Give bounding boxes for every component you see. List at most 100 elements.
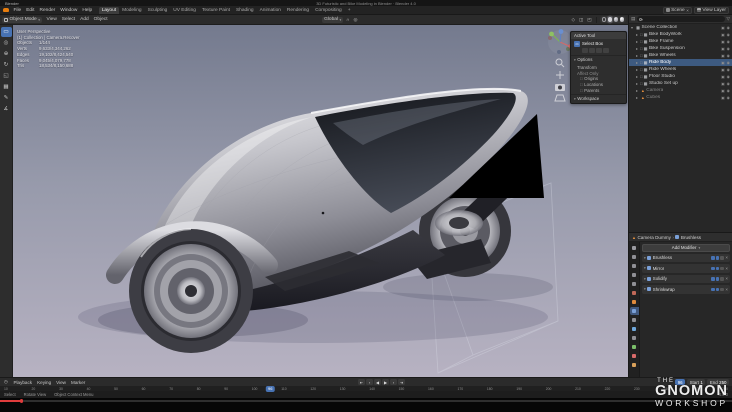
outliner-row[interactable]: ▸ □ ▦ Bike BodyWork ▣ ◉ — [629, 31, 732, 38]
hide-viewport-toggle-icon[interactable]: ◉ — [727, 81, 730, 86]
collection-checkbox[interactable]: □ — [640, 46, 643, 51]
hide-viewport-toggle-icon[interactable]: ◉ — [727, 88, 730, 93]
blender-logo-icon[interactable] — [3, 7, 9, 13]
transform-tool[interactable]: ▦ — [1, 82, 12, 92]
hide-render-toggle-icon[interactable]: ▣ — [721, 46, 725, 51]
menu-item[interactable]: Window — [58, 8, 80, 13]
mode-subtract-button[interactable] — [596, 48, 602, 53]
close-icon[interactable]: × — [725, 276, 728, 281]
close-icon[interactable]: × — [725, 287, 728, 292]
overlays-icon[interactable]: ◫ — [578, 17, 584, 23]
disclosure-icon[interactable]: ▸ — [636, 88, 640, 93]
collection-checkbox[interactable]: □ — [640, 53, 643, 58]
modifier-row[interactable]: ▾ Brushless × — [642, 253, 730, 262]
workspace-tab[interactable]: + — [345, 7, 354, 14]
select-box-tool-row[interactable]: ▭ Select Box — [571, 39, 626, 48]
viewport-menu-item[interactable]: Add — [78, 17, 92, 22]
hide-render-toggle-icon[interactable]: ▣ — [721, 88, 725, 93]
hide-viewport-toggle-icon[interactable]: ◉ — [727, 67, 730, 72]
hide-render-toggle-icon[interactable]: ▣ — [721, 32, 725, 37]
workspace-tab[interactable]: Rendering — [284, 7, 312, 14]
expand-icon[interactable]: ▾ — [644, 256, 646, 260]
annotate-tool[interactable]: ✎ — [1, 93, 12, 103]
edit-mode-toggle-icon[interactable] — [711, 277, 715, 281]
mode-extend-button[interactable] — [589, 48, 595, 53]
measure-tool[interactable]: ∡ — [1, 104, 12, 114]
playhead[interactable]: 96 — [266, 386, 275, 392]
jump-to-start-button[interactable]: ⇤ — [358, 379, 366, 385]
workspace-tab[interactable]: Compositing — [312, 7, 345, 14]
menu-item[interactable]: File — [11, 8, 24, 13]
edit-mode-toggle-icon[interactable] — [711, 256, 715, 260]
workspace-section[interactable]: ▾ Workspace — [571, 93, 626, 103]
expand-icon[interactable]: ▾ — [644, 287, 646, 291]
render-toggle-icon[interactable] — [720, 287, 724, 291]
collection-checkbox[interactable]: □ — [640, 39, 643, 44]
object-tab[interactable] — [630, 298, 639, 306]
data-tab[interactable] — [630, 343, 639, 351]
view-layer-selector[interactable]: View Layer — [693, 6, 729, 14]
select-box-tool[interactable]: ▭ — [0, 27, 12, 37]
collection-checkbox[interactable]: □ — [640, 32, 643, 37]
collection-checkbox[interactable]: □ — [640, 67, 643, 72]
disclosure-icon[interactable]: ▸ — [636, 95, 640, 100]
texture-tab[interactable] — [630, 361, 639, 369]
hide-render-toggle-icon[interactable]: ▣ — [721, 39, 725, 44]
tool-tab[interactable] — [630, 244, 639, 252]
outliner-row[interactable]: ▸ ▲ Cubes ▣ ◉ — [629, 94, 732, 101]
hide-viewport-toggle-icon[interactable]: ◉ — [727, 53, 730, 58]
hide-viewport-toggle-icon[interactable]: ◉ — [727, 39, 730, 44]
outliner-row[interactable]: ▸ □ ▦ Ride Wheels ▣ ◉ — [629, 66, 732, 73]
xray-icon[interactable]: ◰ — [586, 17, 592, 23]
show-gizmo-icon[interactable]: ◇ — [571, 17, 576, 23]
3d-scene[interactable] — [13, 25, 628, 377]
previous-keyframe-button[interactable]: ‹ — [366, 379, 374, 385]
view-layer-tab[interactable] — [630, 271, 639, 279]
video-progress-track[interactable] — [0, 399, 732, 402]
menu-item[interactable]: Render — [37, 8, 58, 13]
close-icon[interactable]: × — [725, 266, 728, 271]
filter-icon[interactable]: ▽ — [727, 16, 730, 22]
disclosure-icon[interactable]: ▾ — [631, 25, 635, 30]
rotate-tool[interactable]: ↻ — [1, 60, 12, 70]
modifiers-tab[interactable] — [629, 307, 639, 315]
cursor-tool[interactable]: ◎ — [1, 38, 12, 48]
hide-render-toggle-icon[interactable]: ▣ — [721, 25, 725, 30]
expand-icon[interactable]: ▾ — [644, 277, 646, 281]
rendered-shading-button[interactable] — [619, 17, 625, 22]
collection-checkbox[interactable]: □ — [640, 74, 643, 79]
scene-tab[interactable] — [630, 280, 639, 288]
edit-mode-toggle-icon[interactable] — [711, 266, 715, 270]
editor-clock-icon[interactable]: ◷ — [3, 379, 9, 385]
close-icon[interactable]: × — [725, 255, 728, 260]
timeline-menu-item[interactable]: Keying — [35, 380, 54, 385]
outliner-row[interactable]: ▸ □ ▦ Studio Set up ▣ ◉ — [629, 80, 732, 87]
viewport-menu-item[interactable]: View — [44, 17, 59, 22]
modifier-row[interactable]: ▾ Mirror × — [642, 264, 730, 273]
viewport-menu-item[interactable]: Object — [91, 17, 110, 22]
scale-tool[interactable]: ◱ — [1, 71, 12, 81]
mode-invert-button[interactable] — [603, 48, 609, 53]
transform-orientation-dropdown[interactable]: Global ▾ — [322, 16, 344, 23]
timeline-menu-item[interactable]: View — [54, 380, 69, 385]
render-tab[interactable] — [630, 253, 639, 261]
timeline-menu-item[interactable]: Marker — [69, 380, 88, 385]
viewport-canvas[interactable]: User Perspective (1) Collection | Camera… — [13, 25, 628, 377]
workspace-tab[interactable]: Animation — [257, 7, 284, 14]
workspace-tab[interactable]: Texture Paint — [199, 7, 233, 14]
hide-render-toggle-icon[interactable]: ▣ — [721, 95, 725, 100]
hide-render-toggle-icon[interactable]: ▣ — [721, 74, 725, 79]
output-tab[interactable] — [630, 262, 639, 270]
hide-viewport-toggle-icon[interactable]: ◉ — [727, 74, 730, 79]
breadcrumb-item[interactable]: Brushless — [681, 235, 701, 240]
mode-new-button[interactable] — [582, 48, 588, 53]
constraints-tab[interactable] — [630, 334, 639, 342]
render-toggle-icon[interactable] — [720, 256, 724, 260]
realtime-toggle-icon[interactable] — [715, 256, 720, 260]
hide-render-toggle-icon[interactable]: ▣ — [721, 67, 725, 72]
physics-tab[interactable] — [630, 325, 639, 333]
outliner-row[interactable]: ▸ □ ▦ Ride Body ▣ ◉ — [629, 59, 732, 66]
jump-to-end-button[interactable]: ⇥ — [398, 379, 406, 385]
add-modifier-button[interactable]: Add Modifier ▾ — [642, 244, 730, 252]
collection-checkbox[interactable]: □ — [640, 81, 643, 86]
